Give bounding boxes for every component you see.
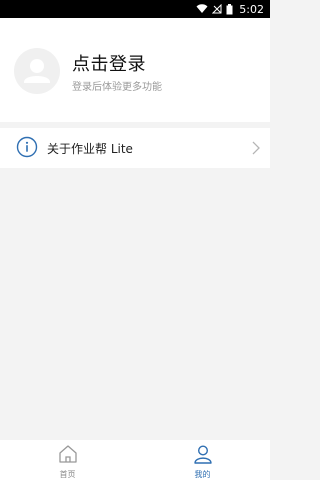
profile-header[interactable]: 点击登录 登录后体验更多功能 [0,18,270,122]
battery-icon [226,3,233,15]
login-subtitle: 登录后体验更多功能 [72,82,162,93]
bottom-tab-bar: 首页 我的 [0,440,270,480]
chevron-right-icon [252,140,260,159]
menu-item-label: 关于作业帮 Lite [47,142,133,156]
status-bar: 5:02 [0,0,270,18]
menu-item-about[interactable]: 关于作业帮 Lite [0,128,270,168]
login-title[interactable]: 点击登录 [72,50,146,76]
tab-home-label: 首页 [59,470,76,479]
wifi-icon [196,4,208,14]
tab-home[interactable]: 首页 [0,440,135,480]
signal-off-icon [212,4,222,14]
tab-mine[interactable]: 我的 [135,440,270,480]
person-icon [193,444,213,468]
user-avatar-icon[interactable] [14,48,60,94]
home-icon [58,444,78,468]
info-icon [16,136,38,162]
status-time: 5:02 [239,2,264,16]
tab-mine-label: 我的 [194,470,211,479]
